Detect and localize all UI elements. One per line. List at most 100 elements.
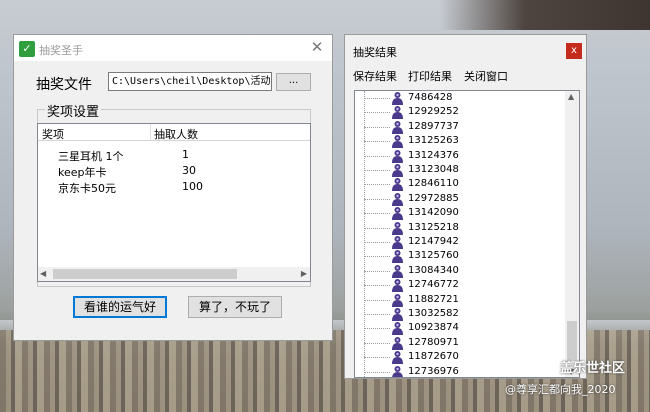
tree-connector	[364, 112, 390, 114]
prize-count: 100	[182, 180, 203, 193]
person-icon	[392, 365, 403, 377]
winner-id: 13124376	[408, 149, 459, 161]
column-header-count[interactable]: 抽取人数	[154, 126, 198, 142]
file-path-input[interactable]: C:\Users\cheil\Desktop\活动抽	[108, 72, 272, 91]
column-separator[interactable]	[150, 124, 151, 141]
tree-connector	[364, 141, 390, 143]
winner-id: 12780971	[408, 336, 459, 348]
tree-connector	[364, 184, 390, 186]
winner-id: 12929252	[408, 106, 459, 118]
list-item[interactable]: keep年卡 30	[38, 162, 310, 179]
prize-name: 京东卡50元	[58, 182, 116, 195]
file-label: 抽奖文件	[36, 77, 92, 93]
winner-tree[interactable]: 7486428 12929252 12897737 13125263 13124376 1…	[354, 90, 580, 378]
winner-id: 12736976	[408, 365, 459, 377]
close-icon[interactable]: ✕	[308, 38, 326, 56]
result-window: 抽奖结果 x 保存结果 打印结果 关闭窗口 7486428 12929252 128…	[344, 34, 587, 379]
list-item[interactable]: 三星耳机 1个 1	[38, 146, 310, 163]
person-icon	[392, 279, 403, 293]
tree-connector	[364, 342, 390, 344]
scroll-thumb[interactable]	[53, 269, 237, 279]
tree-connector	[364, 299, 390, 301]
person-icon	[392, 264, 403, 278]
tree-connector	[364, 227, 390, 229]
winner-id: 11882721	[408, 293, 459, 305]
person-icon	[392, 322, 403, 336]
person-icon	[392, 207, 403, 221]
winner-id: 10923874	[408, 322, 459, 334]
tree-connector	[364, 98, 390, 99]
list-item[interactable]: 京东卡50元 100	[38, 178, 310, 195]
winner-id: 13123048	[408, 164, 459, 175]
winner-id: 12746772	[408, 279, 459, 291]
person-icon	[392, 221, 403, 235]
watermark-author: @尊享汇都向我_2020	[505, 383, 616, 396]
person-icon	[392, 336, 403, 350]
person-icon	[392, 178, 403, 192]
winner-id: 12897737	[408, 120, 459, 132]
person-icon	[392, 250, 403, 264]
scroll-thumb[interactable]	[567, 321, 577, 361]
vertical-scrollbar[interactable]: ▲ ▼	[565, 91, 579, 377]
menu-bar: 保存结果 打印结果 关闭窗口	[345, 65, 586, 85]
winner-id: 13125263	[408, 135, 459, 147]
lottery-window: ✓ 抽奖圣手 ✕ 抽奖文件 C:\Users\cheil\Desktop\活动抽…	[13, 34, 333, 341]
tree-connector	[364, 198, 390, 200]
tree-connector	[364, 256, 390, 258]
tree-connector	[364, 213, 390, 215]
person-icon	[392, 135, 403, 149]
winner-id: 11872670	[408, 351, 459, 363]
person-icon	[392, 293, 403, 307]
tree-connector	[364, 270, 390, 272]
tree-connector	[364, 126, 390, 128]
browse-button[interactable]: ...	[276, 73, 311, 91]
app-icon: ✓	[19, 41, 35, 57]
tree-connector	[364, 170, 390, 171]
quit-button[interactable]: 算了，不玩了	[188, 296, 282, 318]
person-icon	[392, 92, 403, 105]
winner-id: 13142090	[408, 207, 459, 219]
winner-id: 13125218	[408, 221, 459, 233]
prize-count: 1	[182, 148, 189, 161]
winner-id: 13084340	[408, 264, 459, 276]
menu-save-results[interactable]: 保存结果	[353, 68, 397, 84]
scroll-right-icon[interactable]: ▶	[301, 269, 307, 278]
person-icon	[392, 192, 403, 206]
menu-print-results[interactable]: 打印结果	[408, 68, 452, 84]
winner-id: 13125760	[408, 250, 459, 262]
prize-count: 30	[182, 164, 196, 177]
person-icon	[392, 236, 403, 249]
winner-item[interactable]: 12736976	[355, 364, 565, 377]
background-sky	[440, 0, 650, 30]
window-title: 抽奖圣手	[39, 44, 83, 57]
close-icon[interactable]: x	[566, 43, 582, 59]
tree-connector	[364, 357, 390, 359]
prize-settings-title: 奖项设置	[45, 101, 102, 120]
menu-close-window[interactable]: 关闭窗口	[464, 68, 508, 84]
winner-id: 12846110	[408, 178, 459, 190]
tree-connector	[364, 371, 390, 373]
tree-connector	[364, 155, 390, 157]
person-icon	[392, 149, 403, 163]
column-header-prize[interactable]: 奖项	[42, 126, 64, 142]
scroll-left-icon[interactable]: ◀	[40, 269, 46, 278]
person-icon	[392, 308, 403, 321]
title-bar[interactable]: ✓ 抽奖圣手 ✕	[14, 35, 332, 61]
winner-id: 13032582	[408, 308, 459, 319]
list-header: 奖项 抽取人数	[38, 124, 310, 141]
person-icon	[392, 106, 403, 120]
prize-list[interactable]: 奖项 抽取人数 三星耳机 1个 1 keep年卡 30 京东卡50元 100 ◀…	[37, 123, 311, 282]
draw-button[interactable]: 看谁的运气好	[73, 296, 167, 318]
result-window-title: 抽奖结果	[353, 46, 397, 59]
winner-id: 12972885	[408, 192, 459, 204]
scroll-up-icon[interactable]: ▲	[568, 92, 574, 101]
winner-id: 12147942	[408, 236, 459, 247]
watermark-site: 盖乐世社区	[560, 361, 626, 376]
person-icon	[392, 164, 403, 177]
tree-connector	[364, 328, 390, 330]
horizontal-scrollbar[interactable]: ◀ ▶	[38, 267, 310, 281]
winner-id: 7486428	[408, 92, 453, 103]
person-icon	[392, 351, 403, 365]
person-icon	[392, 120, 403, 134]
tree-connector	[364, 285, 390, 287]
